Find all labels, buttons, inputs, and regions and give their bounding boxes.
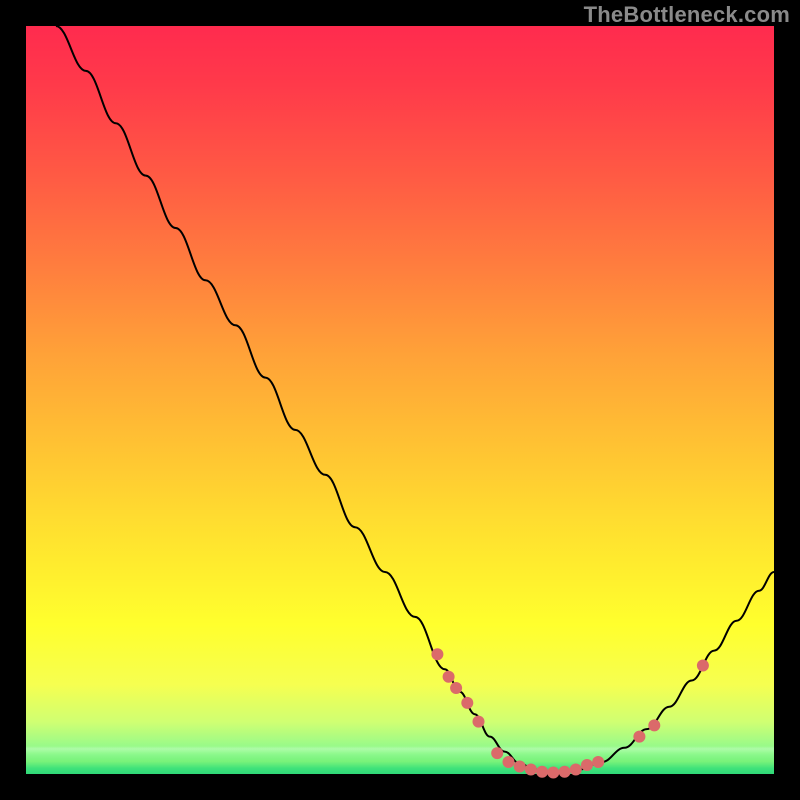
- data-dot: [503, 756, 515, 768]
- data-dot: [633, 731, 645, 743]
- watermark-label: TheBottleneck.com: [584, 2, 790, 28]
- data-dot: [514, 761, 526, 773]
- data-dot: [461, 697, 473, 709]
- data-dot: [450, 682, 462, 694]
- data-dot: [559, 766, 571, 778]
- data-dot: [697, 660, 709, 672]
- chart-root: TheBottleneck.com: [0, 0, 800, 800]
- data-dot: [547, 767, 559, 779]
- data-dot: [491, 747, 503, 759]
- data-dot: [592, 756, 604, 768]
- data-dot: [525, 764, 537, 776]
- data-dot: [648, 719, 660, 731]
- plot-area: [26, 26, 774, 774]
- data-dot: [581, 759, 593, 771]
- bottleneck-curve-path: [56, 26, 774, 773]
- data-dot: [443, 671, 455, 683]
- data-dot: [431, 648, 443, 660]
- data-dot: [473, 716, 485, 728]
- data-dot: [570, 764, 582, 776]
- data-dot: [536, 766, 548, 778]
- curve-svg: [26, 26, 774, 774]
